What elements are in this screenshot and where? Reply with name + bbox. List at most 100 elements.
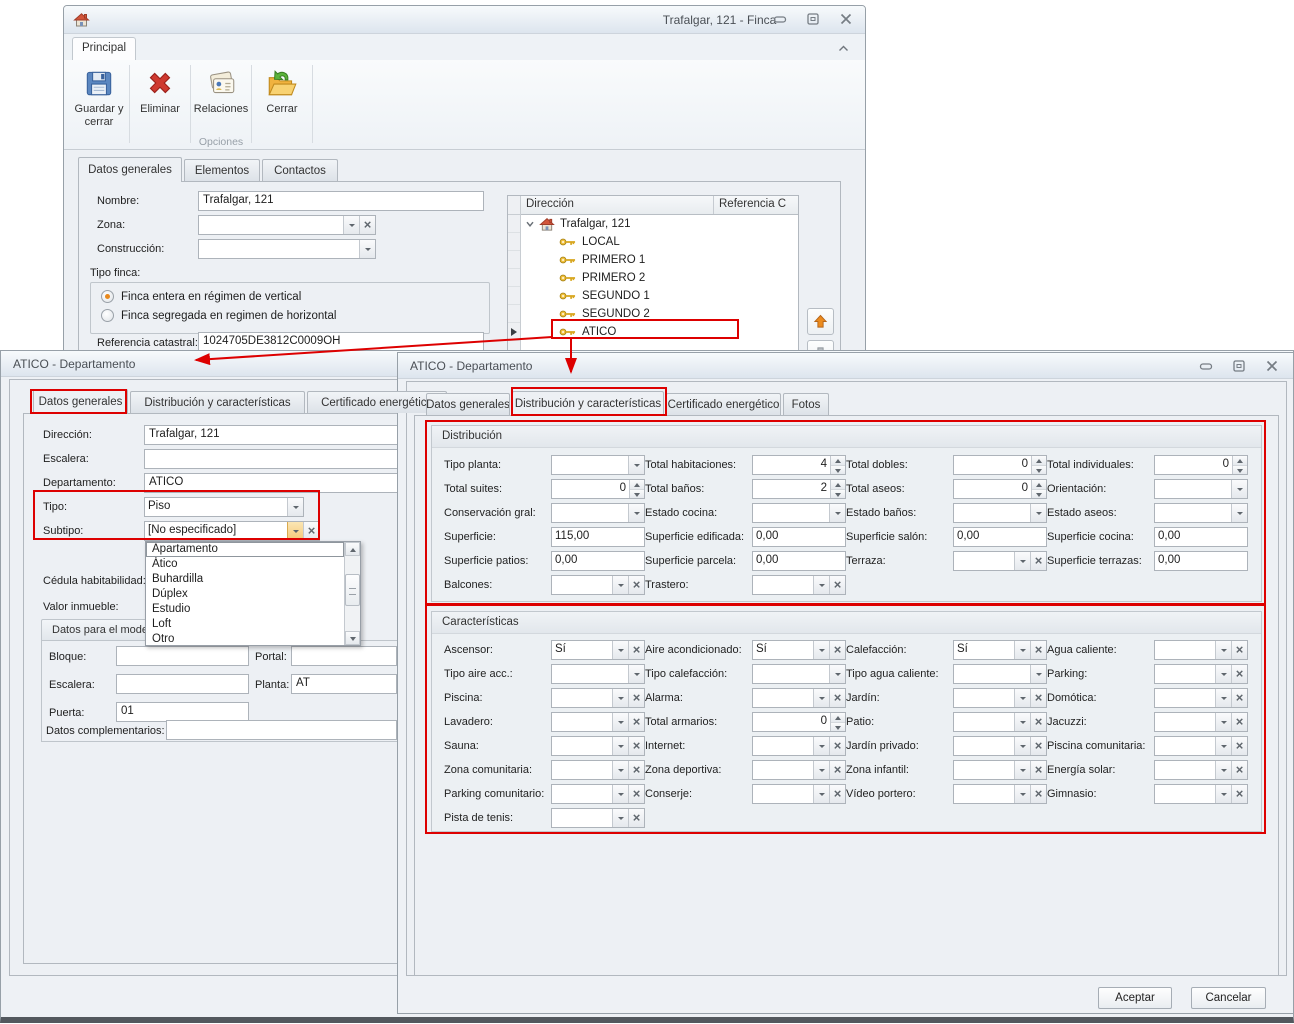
subtipo-combo[interactable]: [No especificado] × [144,521,320,541]
spinner-buttons[interactable] [830,456,845,474]
clear-icon[interactable]: × [1231,737,1247,755]
clear-icon[interactable]: × [1030,785,1046,803]
maximize-icon[interactable] [805,13,820,25]
cancelar-button[interactable]: Cancelar [1191,987,1266,1009]
close-icon[interactable] [838,13,853,25]
dropdown-arrow-icon[interactable] [813,641,829,659]
clear-icon[interactable]: × [829,737,845,755]
conservacion-gral-input[interactable] [551,503,645,523]
dropdown-item-duplex[interactable]: Dúplex [146,587,344,602]
tree-item-segundo-1[interactable]: SEGUNDO 1 [521,287,798,305]
maximize-icon[interactable] [1231,360,1246,372]
spinner-buttons[interactable] [629,480,644,498]
move-up-button[interactable] [807,308,834,335]
clear-icon[interactable]: × [1030,713,1046,731]
clear-icon[interactable]: × [829,785,845,803]
clear-icon[interactable]: × [1231,761,1247,779]
dropdown-arrow-icon[interactable] [1215,641,1231,659]
scroll-up-icon[interactable] [345,542,360,556]
zona-infantil-input[interactable]: × [953,760,1047,780]
clear-icon[interactable]: × [1030,641,1046,659]
trastero-input[interactable]: × [752,575,846,595]
minimize-icon[interactable] [772,13,787,25]
superficie-patios-input[interactable]: 0,00 [551,551,645,571]
tree-item-primero-2[interactable]: PRIMERO 2 [521,269,798,287]
superficie-cocina-input[interactable]: 0,00 [1154,527,1248,547]
dropdown-arrow-icon[interactable] [1030,665,1046,683]
finca-tab-contactos[interactable]: Contactos [262,159,338,181]
dropdown-arrow-icon[interactable] [1215,689,1231,707]
dropdown-item-otro[interactable]: Otro [146,632,344,647]
energia-solar-input[interactable]: × [1154,760,1248,780]
datos-complementarios-input[interactable] [166,720,397,740]
dropdown-arrow-icon[interactable] [813,737,829,755]
internet-input[interactable]: × [752,736,846,756]
grid-column-referencia[interactable]: Referencia C [713,196,798,214]
clear-icon[interactable]: × [628,737,644,755]
aire-acondicionado-input[interactable]: Sí× [752,640,846,660]
nombre-input[interactable]: Trafalgar, 121 [198,191,484,211]
expand-chevron-icon[interactable] [525,219,535,229]
domotica-input[interactable]: × [1154,688,1248,708]
radio-finca-horizontal[interactable]: Finca segregada en regimen de horizontal [101,309,479,322]
patio-input[interactable]: × [953,712,1047,732]
dropdown-arrow-icon[interactable] [1215,737,1231,755]
dropdown-arrow-icon[interactable] [1030,504,1046,522]
tipo-combo[interactable]: Piso [144,497,304,517]
finca-tab-datos-generales[interactable]: Datos generales [78,157,182,182]
clear-icon[interactable]: × [303,522,319,540]
ribbon-collapse-icon[interactable] [838,42,849,56]
clear-icon[interactable]: × [829,576,845,594]
ascensor-input[interactable]: Sí× [551,640,645,660]
dropdown-item-atico[interactable]: Ático [146,557,344,572]
dropdown-arrow-icon[interactable] [1215,785,1231,803]
clear-icon[interactable]: × [628,713,644,731]
dropdown-arrow-icon[interactable] [628,456,644,474]
lwin-tab-datos-generales[interactable]: Datos generales [33,389,128,414]
tree-item-root[interactable]: Trafalgar, 121 [521,215,798,233]
calefaccion-input[interactable]: Sí× [953,640,1047,660]
portal-input[interactable] [291,646,397,666]
scroll-down-icon[interactable] [345,631,360,645]
rwin-tab-certificado-energetico[interactable]: Certificado energético [666,393,781,415]
agua-caliente-input[interactable]: × [1154,640,1248,660]
rwin-tab-datos-generales[interactable]: Datos generales [426,393,510,415]
superficie-terrazas-input[interactable]: 0,00 [1154,551,1248,571]
superficie-parcela-input[interactable]: 0,00 [752,551,846,571]
clear-icon[interactable]: × [1231,641,1247,659]
dropdown-arrow-icon[interactable] [1014,689,1030,707]
balcones-input[interactable]: × [551,575,645,595]
superficie-input[interactable]: 115,00 [551,527,645,547]
dropdown-arrow-icon[interactable] [612,576,628,594]
clear-icon[interactable]: × [829,689,845,707]
dropdown-item-loft[interactable]: Loft [146,617,344,632]
dropdown-arrow-icon[interactable] [1014,552,1030,570]
clear-icon[interactable]: × [1231,665,1247,683]
tree-item-primero-1[interactable]: PRIMERO 1 [521,251,798,269]
dropdown-arrow-icon[interactable] [1014,761,1030,779]
lavadero-input[interactable]: × [551,712,645,732]
superficie-edificada-input[interactable]: 0,00 [752,527,846,547]
bloque-input[interactable] [116,646,249,666]
zona-deportiva-input[interactable]: × [752,760,846,780]
total-individuales-input[interactable]: 0 [1154,455,1248,475]
aceptar-button[interactable]: Aceptar [1098,987,1172,1009]
dropdown-arrow-icon[interactable] [287,498,303,516]
clear-icon[interactable]: × [829,761,845,779]
dropdown-arrow-icon[interactable] [1014,713,1030,731]
total-aseos-input[interactable]: 0 [953,479,1047,499]
estado-banos-input[interactable] [953,503,1047,523]
dropdown-arrow-icon[interactable] [1231,480,1247,498]
jacuzzi-input[interactable]: × [1154,712,1248,732]
dropdown-arrow-icon[interactable] [612,713,628,731]
clear-icon[interactable]: × [628,809,644,827]
lwin-tab-distribucion-y-caracteristicas[interactable]: Distribución y características [130,391,305,413]
toolbar-button-eliminar[interactable]: Eliminar [131,63,189,149]
clear-icon[interactable]: × [1030,761,1046,779]
gimnasio-input[interactable]: × [1154,784,1248,804]
spinner-buttons[interactable] [1031,456,1046,474]
direccion-input[interactable]: Trafalgar, 121 [144,425,398,445]
dropdown-arrow-icon[interactable] [1215,713,1231,731]
toolbar-button-cerrar[interactable]: Cerrar [253,63,311,149]
total-armarios-input[interactable]: 0 [752,712,846,732]
